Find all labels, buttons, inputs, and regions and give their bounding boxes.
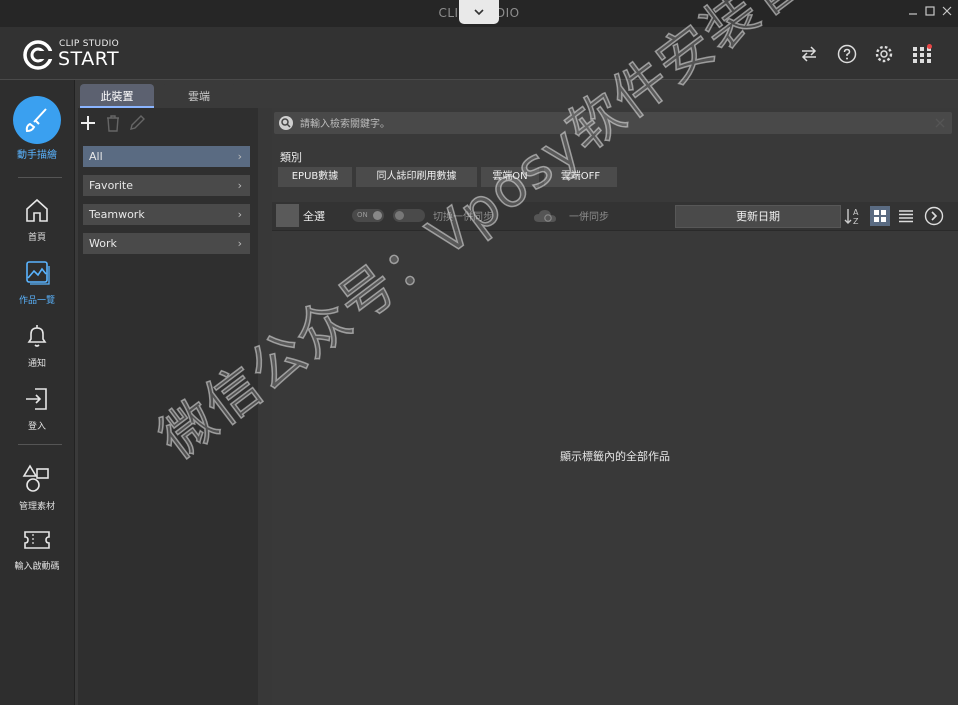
chevron-down-icon [474,9,484,16]
tab-this-device[interactable]: 此裝置 [80,84,154,108]
apps-menu-button[interactable] [912,44,932,64]
nav-label: 通知 [27,359,46,369]
minimize-button[interactable] [908,4,918,21]
nav-label: 登入 [27,422,46,432]
chevron-right-icon: › [237,179,242,192]
search-input[interactable] [298,114,922,134]
sync-button[interactable] [799,44,819,64]
nav-label: 輸入啟動碼 [14,562,60,572]
batch-sync-label: 一併同步 [569,212,609,223]
batch-sync-toggle[interactable] [393,209,425,222]
tag-item-teamwork[interactable]: Teamwork › [83,204,250,225]
nav-notifications[interactable]: 通知 [0,322,74,369]
edit-pencil-icon[interactable] [128,114,146,132]
svg-text:Z: Z [853,217,859,226]
title-bar: CLIP STUDIO [0,0,958,27]
app-header: CLIP STUDIO START [0,27,958,80]
toggle-sync-label: 切換一併同步 [433,212,493,223]
tag-label: Favorite [89,179,133,192]
chevron-right-icon: › [237,237,242,250]
close-button[interactable] [942,4,952,21]
category-chip-epub[interactable]: EPUB數據 [278,167,352,187]
clear-search-icon[interactable] [935,118,945,128]
left-nav: 動手描繪 首頁 作品一覽 通知 登入 管理素材 輸入啟動碼 [0,80,75,705]
maximize-button[interactable] [925,4,935,21]
nav-works[interactable]: 作品一覽 [0,259,74,306]
sort-order-icon[interactable]: AZ [843,206,863,226]
tag-panel [78,108,258,705]
nav-activation-code[interactable]: 輸入啟動碼 [0,527,74,572]
cloud-sync-icon[interactable] [533,208,557,224]
help-icon [837,44,857,64]
select-all-label: 全選 [303,210,325,223]
settings-button[interactable] [874,44,894,64]
ticket-icon [24,531,50,549]
bell-icon [27,325,47,347]
home-icon [26,198,48,222]
nav-login[interactable]: 登入 [0,385,74,432]
nav-label: 首頁 [27,233,46,243]
trash-icon[interactable] [105,114,121,132]
swap-arrows-icon [801,46,817,62]
brand-title: START [58,48,120,70]
nav-draw[interactable]: 動手描繪 [0,96,74,161]
category-label: 類別 [280,151,302,164]
apps-grid-icon [913,44,932,63]
toggle-knob [373,211,382,220]
category-chip-cloud-on[interactable]: 雲端ON [481,167,539,187]
shapes-icon [22,464,49,492]
nav-label: 作品一覽 [18,296,55,306]
tag-label: All [89,150,103,163]
next-arrow-circle-icon[interactable] [924,206,944,226]
category-chip-cloud-off[interactable]: 雲端OFF [544,167,617,187]
tag-item-all[interactable]: All › [83,146,250,167]
brush-icon [25,108,47,133]
sort-dropdown[interactable]: 更新日期 [675,205,841,228]
tag-label: Work [89,237,117,250]
tag-item-favorite[interactable]: Favorite › [83,175,250,196]
select-all-checkbox[interactable] [276,204,299,227]
grid-view-icon[interactable] [870,206,890,226]
chevron-right-icon: › [237,150,242,163]
clip-studio-logo-icon [23,40,54,70]
add-tag-icon[interactable] [79,114,97,132]
svg-text:A: A [853,208,859,217]
tag-toolbar [78,110,258,136]
tag-label: Teamwork [89,208,145,221]
category-chip-doujinshi[interactable]: 同人誌印刷用數據 [356,167,477,187]
close-icon [942,6,952,16]
tab-cloud[interactable]: 雲端 [162,84,236,108]
empty-state-message: 顯示標籤內的全部作品 [560,450,670,463]
minimize-icon [909,13,917,15]
nav-home[interactable]: 首頁 [0,196,74,243]
nav-label: 管理素材 [18,502,55,512]
nav-divider [18,444,62,445]
maximize-icon [925,6,935,16]
nav-materials[interactable]: 管理素材 [0,463,74,512]
gear-icon [875,45,893,63]
panel-splitter[interactable] [258,108,272,705]
toggle-on-label: ON [357,211,368,219]
nav-label: 動手描繪 [17,150,57,161]
gallery-icon [26,261,50,285]
cloud-toggle[interactable]: ON [352,209,384,222]
collapse-tab-button[interactable] [459,0,499,24]
help-button[interactable] [837,44,857,64]
works-main-area [272,108,958,705]
search-icon [279,116,293,130]
chevron-right-icon: › [237,208,242,221]
list-view-icon[interactable] [896,206,916,226]
tag-item-work[interactable]: Work › [83,233,250,254]
draw-button-circle [13,96,61,144]
search-bar [274,112,952,134]
nav-divider [18,177,62,178]
login-icon [26,388,47,410]
toggle-knob [395,211,404,220]
